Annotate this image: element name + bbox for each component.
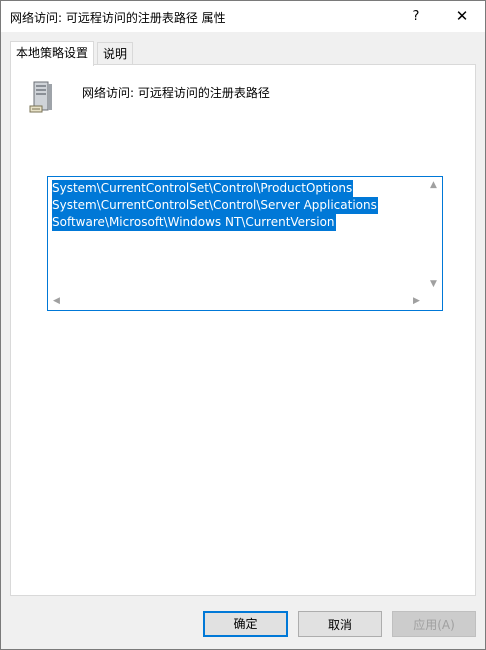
policy-name: 网络访问: 可远程访问的注册表路径 — [82, 86, 270, 100]
horizontal-scrollbar[interactable]: ◀ ▶ — [48, 293, 425, 310]
title-bar: 网络访问: 可远程访问的注册表路径 属性 ? ✕ — [1, 1, 485, 32]
tab-bar: 本地策略设置 说明 — [10, 41, 476, 66]
registry-path-line[interactable]: System\CurrentControlSet\Control\Server … — [52, 197, 378, 214]
tab-panel: 网络访问: 可远程访问的注册表路径 System\CurrentControlS… — [10, 64, 476, 596]
cancel-button[interactable]: 取消 — [298, 611, 382, 637]
registry-path-line[interactable]: Software\Microsoft\Windows NT\CurrentVer… — [52, 214, 336, 231]
tab-local-policy-setting[interactable]: 本地策略设置 — [10, 41, 95, 66]
window-title: 网络访问: 可远程访问的注册表路径 属性 — [10, 11, 226, 25]
registry-paths-textbox[interactable]: System\CurrentControlSet\Control\Product… — [47, 176, 443, 311]
ok-button[interactable]: 确定 — [203, 611, 288, 637]
close-button[interactable]: ✕ — [439, 1, 485, 32]
scroll-down-icon[interactable]: ▼ — [425, 276, 442, 293]
apply-button[interactable]: 应用(A) — [392, 611, 476, 637]
scroll-right-icon[interactable]: ▶ — [408, 293, 425, 310]
help-button[interactable]: ? — [393, 1, 439, 32]
scroll-up-icon[interactable]: ▲ — [425, 177, 442, 194]
scroll-left-icon[interactable]: ◀ — [48, 293, 65, 310]
properties-dialog: 网络访问: 可远程访问的注册表路径 属性 ? ✕ 本地策略设置 说明 网络访问:… — [0, 0, 486, 650]
scrollbar-corner — [425, 293, 442, 310]
tab-explain[interactable]: 说明 — [97, 42, 134, 65]
server-policy-icon — [29, 81, 52, 113]
registry-path-line[interactable]: System\CurrentControlSet\Control\Product… — [52, 180, 354, 197]
vertical-scrollbar[interactable]: ▲ ▼ — [425, 177, 442, 293]
